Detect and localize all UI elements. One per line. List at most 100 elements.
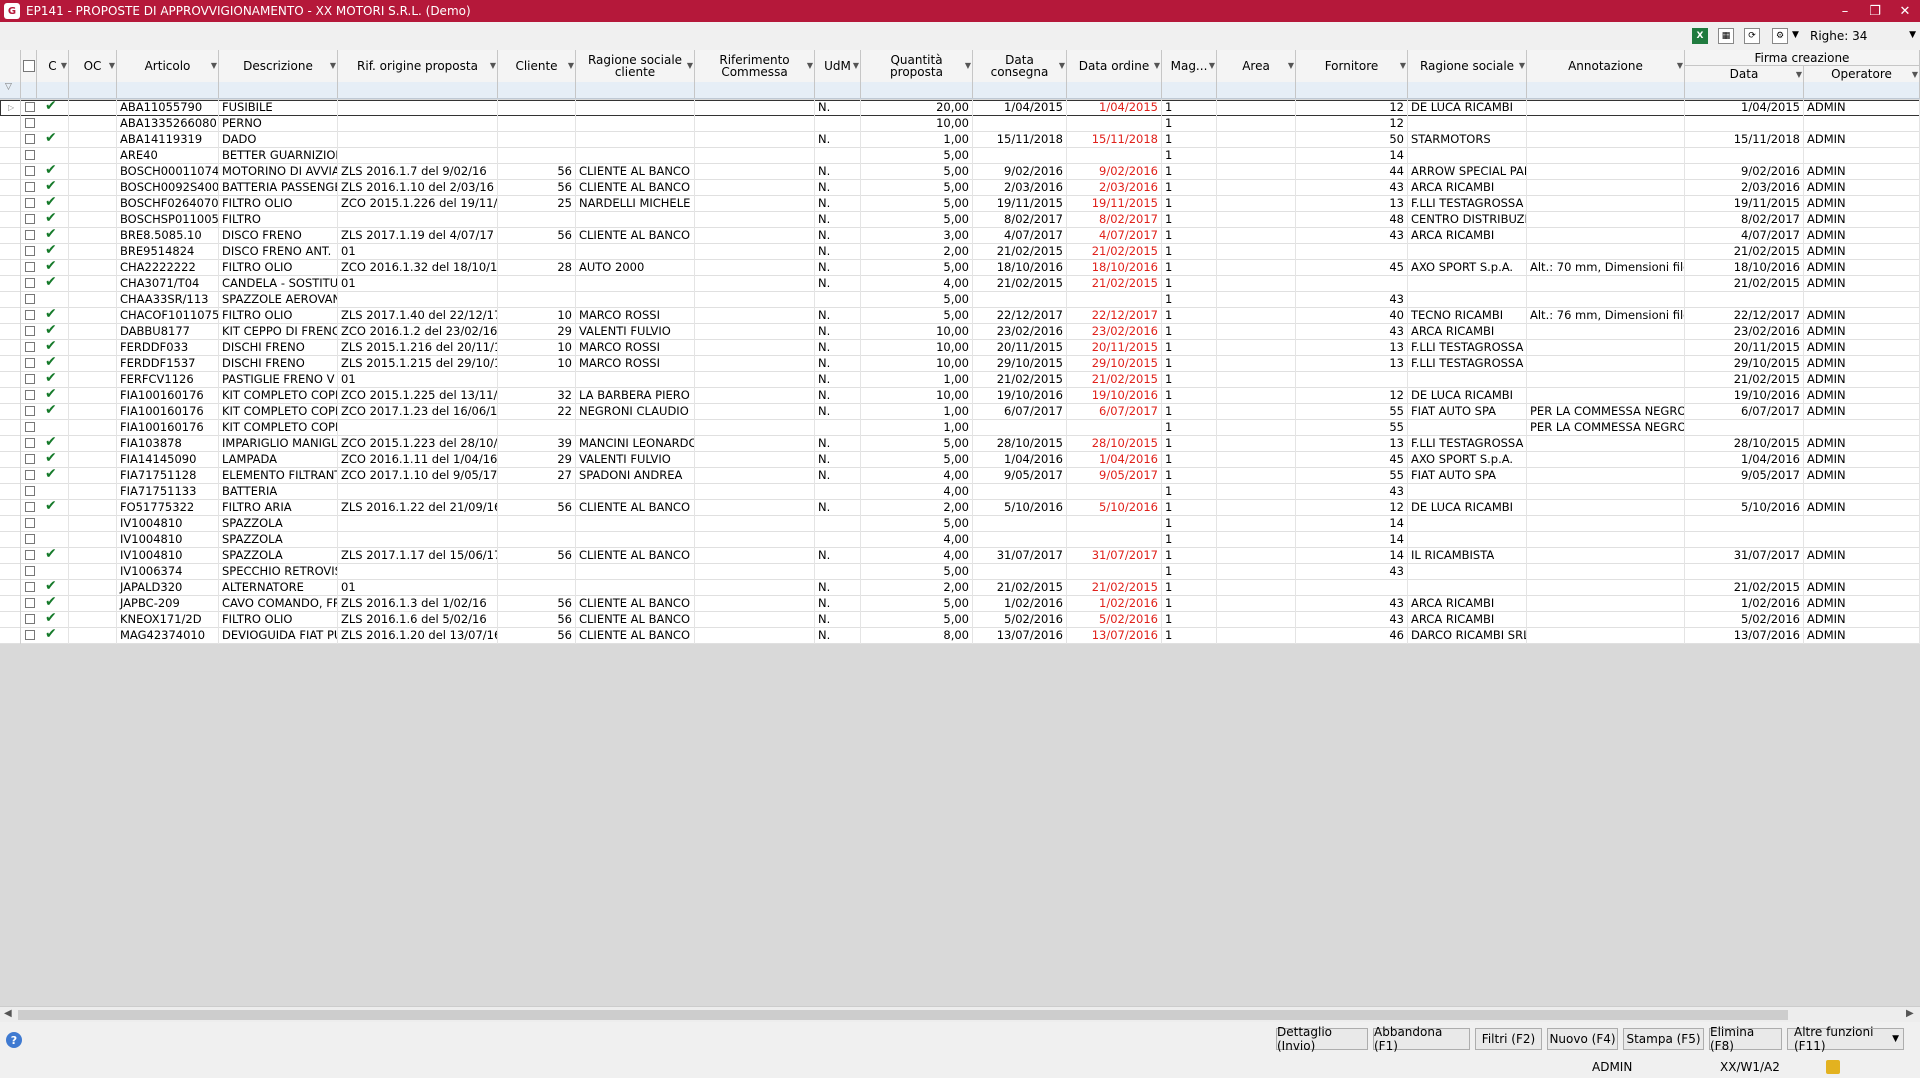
- table-row[interactable]: ABA1335266080 PERNO 10,00 1 12: [0, 116, 1920, 132]
- row-checkbox[interactable]: [25, 278, 35, 288]
- table-row[interactable]: ✔ KNEOX171/2D FILTRO OLIO ZLS 2016.1.6 del …: [0, 612, 1920, 628]
- altre-funzioni-button[interactable]: Altre funzioni (F11) ▼: [1787, 1025, 1904, 1053]
- scroll-right-icon[interactable]: ▶: [1906, 1008, 1914, 1019]
- abbandona-button[interactable]: Abbandona (F1): [1373, 1025, 1470, 1053]
- table-row[interactable]: ▷ ✔ ABA11055790 FUSIBILE N. 20,00 1/04/2015 1/0…: [0, 100, 1920, 116]
- row-checkbox[interactable]: [25, 294, 35, 304]
- table-row[interactable]: ARE40BETTER GUARNIZIONE 5,00 1 14: [0, 148, 1920, 164]
- table-row[interactable]: ✔ FERFCV1126 PASTIGLIE FRENO V 01 N. 1,00 21/0…: [0, 372, 1920, 388]
- help-icon[interactable]: ?: [6, 1032, 22, 1048]
- row-checkbox[interactable]: [25, 214, 35, 224]
- table-row[interactable]: ✔ FERDDF033 DISCHI FRENO ZLS 2015.1.216 del…: [0, 340, 1920, 356]
- columns-settings-icon[interactable]: ⚙: [1772, 28, 1788, 44]
- row-checkbox[interactable]: [25, 438, 35, 448]
- table-row[interactable]: ✔ BOSCHF026407006FILTRO OLIOZCO 2015.1.22…: [0, 196, 1920, 212]
- rows-count-selector[interactable]: Righe: 34 ▼: [1806, 26, 1918, 46]
- columns-settings-chevron-icon[interactable]: ▼: [1792, 30, 1799, 40]
- table-row[interactable]: ✔ BRE9514824 DISCO FRENO ANT. 01 N. 2,00 21/02…: [0, 244, 1920, 260]
- table-row[interactable]: ✔ FIA71751128 ELEMENTO FILTRANTE ZCO 2017.1…: [0, 468, 1920, 484]
- row-checkbox[interactable]: [25, 598, 35, 608]
- header-annotazione[interactable]: Annotazione ▼: [1527, 50, 1685, 82]
- row-checkbox[interactable]: [25, 566, 35, 576]
- select-all-checkbox[interactable]: [21, 50, 37, 82]
- table-row[interactable]: ✔ BOSCH0001107425MOTORINO DI AVVIAMENTOZL…: [0, 164, 1920, 180]
- header-fornitore[interactable]: Fornitore ▼: [1296, 50, 1408, 82]
- row-checkbox[interactable]: [25, 406, 35, 416]
- table-row[interactable]: ✔ FO51775322 FILTRO ARIA ZLS 2016.1.22 del …: [0, 500, 1920, 516]
- table-row[interactable]: ✔ JAPBC-209CAVO COMANDO, FRENOZLS 2016.1.…: [0, 596, 1920, 612]
- row-checkbox[interactable]: [25, 486, 35, 496]
- dettaglio-button[interactable]: Dettaglio (Invio): [1276, 1025, 1368, 1053]
- header-cliente[interactable]: Cliente ▼: [498, 50, 576, 82]
- row-checkbox[interactable]: [25, 246, 35, 256]
- table-row[interactable]: ✔ FIA100160176KIT COMPLETO COPPIAZCO 2015…: [0, 388, 1920, 404]
- row-checkbox[interactable]: [25, 310, 35, 320]
- table-row[interactable]: IV1004810 SPAZZOLA 5,00 1 14: [0, 516, 1920, 532]
- filter-row[interactable]: ▽: [0, 82, 1920, 99]
- table-row[interactable]: ✔ ABA14119319 DADO N. 1,00 15/11/2018 15/11/20…: [0, 132, 1920, 148]
- row-checkbox[interactable]: [25, 630, 35, 640]
- row-checkbox[interactable]: [25, 262, 35, 272]
- row-checkbox[interactable]: [25, 470, 35, 480]
- table-row[interactable]: ✔ FERDDF1537 DISCHI FRENO ZLS 2015.1.215 de…: [0, 356, 1920, 372]
- header-rif-origine[interactable]: Rif. origine proposta ▼: [338, 50, 498, 82]
- header-c[interactable]: C ▼: [37, 50, 69, 82]
- stampa-button[interactable]: Stampa (F5): [1623, 1028, 1704, 1050]
- header-rif-commessa[interactable]: Riferimento Commessa ▼: [695, 50, 815, 82]
- header-articolo[interactable]: Articolo ▼: [117, 50, 219, 82]
- table-row[interactable]: ✔ BRE8.5085.10 DISCO FRENO ZLS 2017.1.19 de…: [0, 228, 1920, 244]
- header-udm[interactable]: UdM ▼: [815, 50, 861, 82]
- table-row[interactable]: ✔ IV1004810 SPAZZOLA ZLS 2017.1.17 del 15/0…: [0, 548, 1920, 564]
- row-checkbox[interactable]: [25, 502, 35, 512]
- refresh-icon[interactable]: ⟳: [1744, 28, 1760, 44]
- row-checkbox[interactable]: [25, 518, 35, 528]
- table-row[interactable]: ✔ CHA2222222 FILTRO OLIO ZCO 2016.1.32 del …: [0, 260, 1920, 276]
- header-firma-data[interactable]: Data ▼: [1685, 66, 1804, 82]
- row-checkbox[interactable]: [25, 230, 35, 240]
- horizontal-scrollbar[interactable]: ◀ ▶: [0, 1006, 1920, 1023]
- header-data-consegna[interactable]: Data consegna ▼: [973, 50, 1067, 82]
- table-row[interactable]: ✔ DABBU8177 KIT CEPPO DI FRENO ZCO 2016.1.2…: [0, 324, 1920, 340]
- table-row[interactable]: ✔ BOSCH0092S40050BATTERIA PASSENGERZLS 20…: [0, 180, 1920, 196]
- row-checkbox[interactable]: [25, 422, 35, 432]
- elimina-button[interactable]: Elimina (F8): [1709, 1025, 1782, 1053]
- header-data-ordine[interactable]: Data ordine ▼: [1067, 50, 1162, 82]
- row-checkbox[interactable]: [25, 118, 35, 128]
- table-row[interactable]: ✔ MAG42374010DEVIOGUIDA FIAT PUNTOZLS 201…: [0, 628, 1920, 644]
- table-row[interactable]: ✔BOSCHSP01100543FILTRON.5,008/02/20178/0…: [0, 212, 1920, 228]
- row-checkbox[interactable]: [25, 182, 35, 192]
- table-row[interactable]: ✔ FIA103878 IMPARIGLIO MANIGLIA ZCO 2015.1.…: [0, 436, 1920, 452]
- header-magazzino[interactable]: Mag... ▼: [1162, 50, 1217, 82]
- header-quantita[interactable]: Quantità proposta ▼: [861, 50, 973, 82]
- table-row[interactable]: IV1006374SPECCHIO RETROVISORE 5,00 1 43: [0, 564, 1920, 580]
- table-row[interactable]: CHAA33SR/113 SPAZZOLE AEROVANT 5,00 1 43: [0, 292, 1920, 308]
- table-row[interactable]: ✔ FIA100160176KIT COMPLETO COPPIAZCO 2017…: [0, 404, 1920, 420]
- row-checkbox[interactable]: [25, 134, 35, 144]
- header-descrizione[interactable]: Descrizione ▼: [219, 50, 338, 82]
- row-checkbox[interactable]: [25, 150, 35, 160]
- table-row[interactable]: FIA71751133 BATTERIA 4,00 1 43: [0, 484, 1920, 500]
- header-oc[interactable]: OC ▼: [69, 50, 117, 82]
- table-row[interactable]: ✔ FIA14145090 LAMPADA ZCO 2016.1.11 del 1/0…: [0, 452, 1920, 468]
- row-checkbox[interactable]: [25, 614, 35, 624]
- row-checkbox[interactable]: [25, 342, 35, 352]
- header-area[interactable]: Area ▼: [1217, 50, 1296, 82]
- header-ragione-sociale[interactable]: Ragione sociale ▼: [1408, 50, 1527, 82]
- table-row[interactable]: IV1004810 SPAZZOLA 4,00 1 14: [0, 532, 1920, 548]
- table-row[interactable]: FIA100160176KIT COMPLETO COPPIA 1,00 1 55 PE…: [0, 420, 1920, 436]
- nuovo-button[interactable]: Nuovo (F4): [1547, 1028, 1618, 1050]
- scroll-left-icon[interactable]: ◀: [4, 1008, 12, 1019]
- row-checkbox[interactable]: [25, 550, 35, 560]
- scrollbar-thumb[interactable]: [18, 1010, 1788, 1020]
- filtri-button[interactable]: Filtri (F2): [1475, 1028, 1542, 1050]
- row-checkbox[interactable]: [25, 390, 35, 400]
- row-checkbox[interactable]: [25, 166, 35, 176]
- close-button[interactable]: ✕: [1890, 0, 1920, 22]
- row-checkbox[interactable]: [25, 454, 35, 464]
- table-row[interactable]: ✔ CHACOF1011075 FILTRO OLIO ZLS 2017.1.40 d…: [0, 308, 1920, 324]
- row-checkbox[interactable]: [25, 374, 35, 384]
- grid-layout-icon[interactable]: ▦: [1718, 28, 1734, 44]
- row-checkbox[interactable]: [25, 358, 35, 368]
- minimize-button[interactable]: –: [1830, 0, 1860, 22]
- excel-export-icon[interactable]: X: [1692, 28, 1708, 44]
